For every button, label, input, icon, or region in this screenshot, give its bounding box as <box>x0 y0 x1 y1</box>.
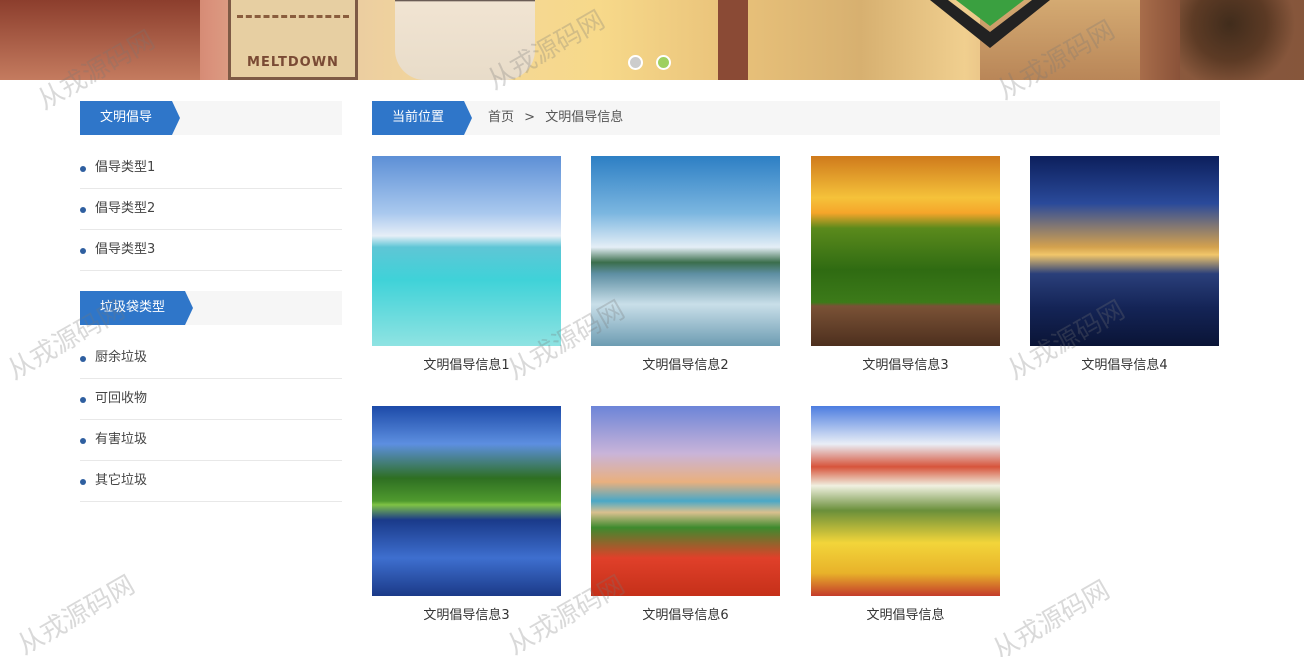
sidebar-section-title[interactable]: 文明倡导 <box>80 101 181 135</box>
sidebar-category-list: 厨余垃圾 可回收物 有害垃圾 其它垃圾 <box>80 338 342 502</box>
gallery-caption[interactable]: 文明倡导信息6 <box>591 606 780 626</box>
sidebar-section-header: 垃圾袋类型 <box>80 291 342 325</box>
sidebar-section-title[interactable]: 垃圾袋类型 <box>80 291 194 325</box>
sidebar-item[interactable]: 倡导类型2 <box>80 189 342 230</box>
sidebar-item[interactable]: 倡导类型3 <box>80 230 342 271</box>
gallery-image[interactable] <box>811 156 1000 346</box>
breadcrumb-home-link[interactable]: 首页 <box>488 110 514 125</box>
sidebar-section-header: 文明倡导 <box>80 101 342 135</box>
gallery-card[interactable]: 文明倡导信息4 <box>1030 156 1219 376</box>
breadcrumb-current: 文明倡导信息 <box>545 110 624 125</box>
gallery-card[interactable]: 文明倡导信息 <box>811 406 1000 626</box>
sidebar-item[interactable]: 可回收物 <box>80 379 342 420</box>
carousel-dot-1[interactable] <box>628 55 643 70</box>
gallery-caption[interactable]: 文明倡导信息1 <box>372 356 561 376</box>
gallery-caption[interactable]: 文明倡导信息3 <box>811 356 1000 376</box>
banner-left-building <box>0 0 200 80</box>
banner-pole <box>718 0 748 80</box>
gallery-card[interactable]: 文明倡导信息1 <box>372 156 561 376</box>
carousel-dot-2[interactable] <box>656 55 671 70</box>
gallery-card[interactable]: 文明倡导信息3 <box>811 156 1000 376</box>
gallery-image[interactable] <box>591 406 780 596</box>
sidebar: 文明倡导 倡导类型1 倡导类型2 倡导类型3 垃圾袋类型 厨余垃圾 可回收物 有… <box>80 101 342 522</box>
banner-figure <box>395 0 535 80</box>
main-content: 当前位置 首页 > 文明倡导信息 文明倡导信息1 文明倡导信息2 文明倡导信息3… <box>372 101 1220 623</box>
watermark: 从戎源码网 <box>12 570 141 657</box>
sidebar-item[interactable]: 其它垃圾 <box>80 461 342 502</box>
sidebar-item[interactable]: 倡导类型1 <box>80 148 342 189</box>
watermark: 从戎源码网 <box>987 575 1116 657</box>
banner-logo-icon <box>930 0 1050 48</box>
gallery-card[interactable]: 文明倡导信息6 <box>591 406 780 626</box>
gallery-image[interactable] <box>811 406 1000 596</box>
gallery-card[interactable]: 文明倡导信息2 <box>591 156 780 376</box>
breadcrumb-path: 首页 > 文明倡导信息 <box>488 101 629 135</box>
breadcrumb: 当前位置 首页 > 文明倡导信息 <box>372 101 1220 135</box>
gallery-image[interactable] <box>1030 156 1219 346</box>
sign-decoration <box>237 15 349 27</box>
gallery-caption[interactable]: 文明倡导信息3 <box>372 606 561 626</box>
gallery-image[interactable] <box>372 406 561 596</box>
sidebar-item[interactable]: 有害垃圾 <box>80 420 342 461</box>
gallery-caption[interactable]: 文明倡导信息 <box>811 606 1000 626</box>
gallery-image[interactable] <box>372 156 561 346</box>
gallery-image[interactable] <box>591 156 780 346</box>
sign-text: MELTDOWN <box>247 55 339 70</box>
sidebar-item[interactable]: 厨余垃圾 <box>80 338 342 379</box>
banner-carousel[interactable]: MELTDOWN <box>0 0 1304 80</box>
gallery-caption[interactable]: 文明倡导信息4 <box>1030 356 1219 376</box>
carousel-dots <box>628 55 671 70</box>
banner-sign: MELTDOWN <box>228 0 358 80</box>
banner-palm-tree <box>1180 0 1304 80</box>
breadcrumb-separator: > <box>524 110 536 125</box>
gallery-caption[interactable]: 文明倡导信息2 <box>591 356 780 376</box>
sidebar-category-list: 倡导类型1 倡导类型2 倡导类型3 <box>80 148 342 271</box>
gallery-card[interactable]: 文明倡导信息3 <box>372 406 561 626</box>
breadcrumb-label: 当前位置 <box>372 101 473 135</box>
